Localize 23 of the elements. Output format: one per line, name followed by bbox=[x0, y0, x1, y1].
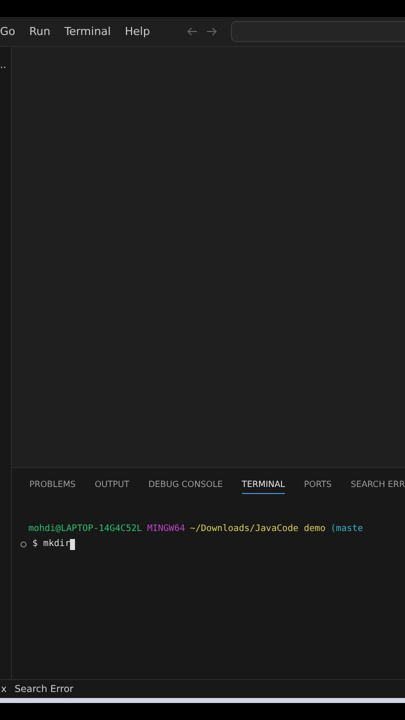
menu-item[interactable]: Help bbox=[118, 25, 157, 38]
forward-arrow-icon[interactable] bbox=[206, 27, 217, 36]
status-text: x bbox=[1, 684, 7, 694]
text-cursor bbox=[70, 539, 76, 550]
prompt-text: MINGW64 bbox=[147, 523, 186, 536]
prompt-text: mohdi@LAPTOP-14G4C52L bbox=[28, 523, 142, 536]
prompt-text: (maste bbox=[330, 523, 364, 536]
panel-tab[interactable]: PORTS bbox=[304, 477, 332, 494]
panel-tab[interactable]: TERMINAL bbox=[242, 477, 286, 494]
command-text: $ mkdir bbox=[32, 538, 70, 551]
prompt-text: ~/Downloads/JavaCode demo bbox=[190, 523, 326, 536]
back-arrow-icon[interactable] bbox=[186, 27, 198, 36]
menu-item[interactable]: Terminal bbox=[57, 25, 118, 38]
menu-item[interactable]: Run bbox=[22, 25, 58, 38]
sidebar-label: .. bbox=[0, 60, 6, 71]
search-field[interactable] bbox=[230, 21, 405, 42]
panel-tab[interactable]: SEARCH ERR bbox=[350, 477, 405, 494]
status-text: Search Error bbox=[14, 684, 74, 694]
circle-icon bbox=[20, 541, 28, 548]
panel-tab[interactable]: PROBLEMS bbox=[29, 477, 76, 494]
panel-tab[interactable]: DEBUG CONSOLE bbox=[148, 477, 223, 494]
panel-tab[interactable]: OUTPUT bbox=[94, 477, 130, 494]
menu-item[interactable]: Go bbox=[0, 25, 22, 38]
